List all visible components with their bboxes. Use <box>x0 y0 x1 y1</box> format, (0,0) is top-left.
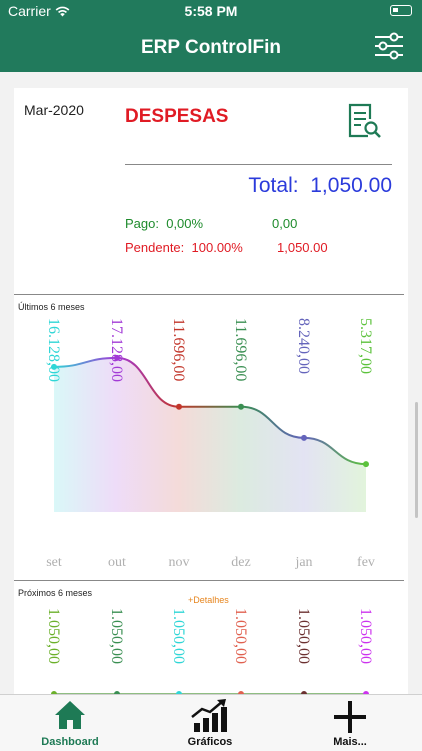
data-label: 1.050,00 <box>170 608 187 664</box>
status-bar: Carrier 5:58 PM <box>0 0 422 22</box>
data-label: 1.050,00 <box>232 608 249 664</box>
data-point <box>363 461 369 468</box>
pending-row: Pendente: 100.00% <box>125 240 243 255</box>
data-label: 8.240,00 <box>295 318 312 374</box>
tab-dashboard-label: Dashboard <box>41 736 99 748</box>
expenses-title: DESPESAS <box>125 106 229 127</box>
data-label: 11.696,00 <box>170 318 187 381</box>
divider <box>125 164 392 165</box>
next-months-chart: 1.050,00 1.050,00 1.050,00 1.050,00 1.050,00… <box>45 608 374 694</box>
data-label: 11.696,00 <box>232 318 249 381</box>
sliders-icon[interactable] <box>374 32 404 60</box>
dashboard-content[interactable]: Mar-2020 DESPESAS Total: 1,050.00 Pago: … <box>0 72 422 694</box>
plus-icon <box>334 701 366 733</box>
next-months-label: Próximos 6 meses <box>18 588 93 598</box>
total-label: Total: <box>248 174 299 197</box>
data-point <box>176 403 182 410</box>
data-label: 1.050,00 <box>295 608 312 664</box>
total-amount: Total: 1,050.00 <box>248 174 392 198</box>
x-tick-label: out <box>108 555 126 570</box>
data-label: 5.317,00 <box>357 318 374 374</box>
nav-bar: ERP ControlFin <box>0 22 422 72</box>
tab-mais[interactable]: Mais... <box>300 695 400 751</box>
data-point <box>301 434 307 441</box>
data-point <box>238 403 244 410</box>
data-label: 1.050,00 <box>45 608 62 664</box>
tab-dashboard[interactable]: Dashboard <box>20 695 120 751</box>
app-title: ERP ControlFin <box>140 37 282 58</box>
paid-value: 0,00 <box>272 216 298 231</box>
past-months-label: Últimos 6 meses <box>18 302 85 312</box>
pending-value: 1,050.00 <box>277 240 328 255</box>
x-tick-label: fev <box>357 555 375 570</box>
tab-graficos-label: Gráficos <box>187 736 233 748</box>
tab-mais-label: Mais... <box>333 736 367 748</box>
pending-label: Pendente: <box>125 240 185 255</box>
growth-chart-icon <box>191 699 227 732</box>
battery-icon <box>390 5 412 16</box>
scrollbar[interactable] <box>415 402 418 518</box>
x-tick-label: nov <box>169 555 190 570</box>
x-tick-label: set <box>46 555 62 570</box>
paid-row: Pago: 0,00% <box>125 216 203 231</box>
pending-percent: 100.00% <box>191 240 243 255</box>
divider <box>14 580 404 581</box>
data-label: 16.128,00 <box>45 318 62 382</box>
house-icon <box>55 701 85 729</box>
paid-percent: 0,00% <box>166 216 204 231</box>
month-label: Mar-2020 <box>24 102 84 118</box>
area-fill <box>54 357 366 512</box>
tab-bar: Dashboard Gráficos Mais... <box>0 694 422 751</box>
data-label: 1.050,00 <box>108 608 125 664</box>
document-search-icon[interactable] <box>346 102 382 140</box>
past-months-chart: 16.128,00 set 17.128,00 out 11.696,00 nov 11.6… <box>45 318 375 570</box>
x-tick-label: dez <box>231 555 250 570</box>
clock: 5:58 PM <box>184 3 238 19</box>
divider <box>14 294 404 295</box>
expenses-card: Mar-2020 DESPESAS Total: 1,050.00 Pago: … <box>14 88 408 694</box>
tab-graficos[interactable]: Gráficos <box>160 695 260 751</box>
data-label: 17.128,00 <box>108 318 125 382</box>
x-tick-label: jan <box>294 555 312 570</box>
total-value: 1,050.00 <box>310 174 392 197</box>
data-label: 1.050,00 <box>357 608 374 664</box>
paid-label: Pago: <box>125 216 159 231</box>
